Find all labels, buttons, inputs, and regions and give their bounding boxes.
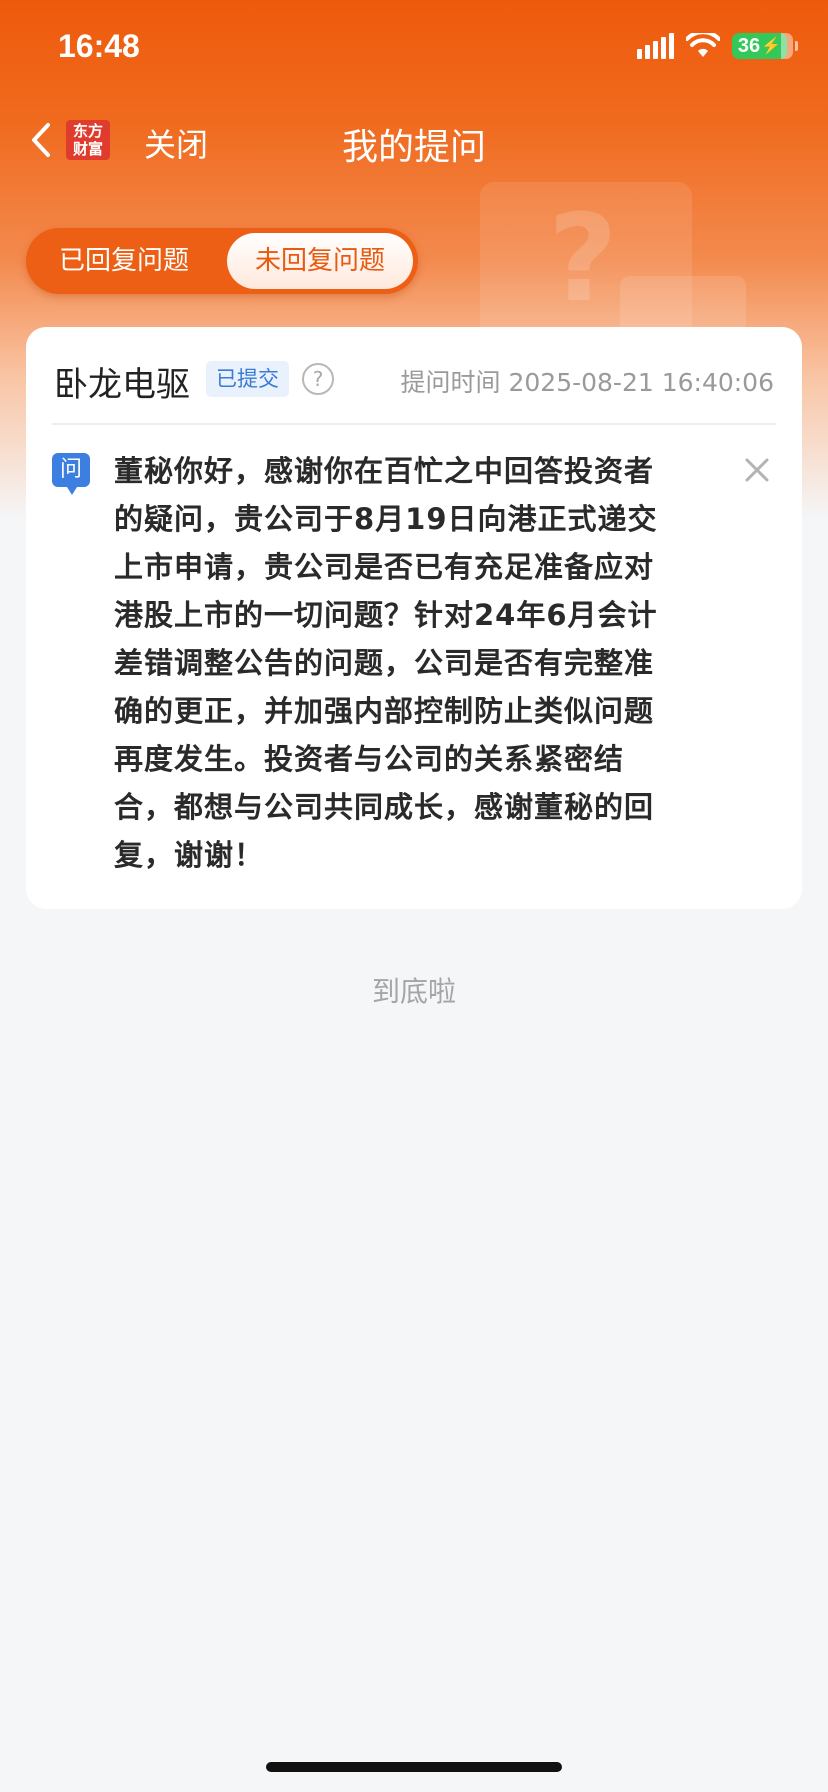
question-badge-icon: 问 [52, 453, 90, 495]
page-title: 我的提问 [341, 127, 486, 168]
company-name: 卧龙电驱 [54, 365, 190, 405]
question-tabs: 已回复问题 未回复问题 [26, 228, 418, 294]
tab-unreplied[interactable]: 未回复问题 [227, 233, 413, 289]
divider [52, 423, 776, 425]
home-indicator [266, 1762, 562, 1772]
question-card: 卧龙电驱 已提交 ? 提问时间 2025-08-21 16:40:06 问 董秘… [26, 327, 802, 909]
end-of-list-text: 到底啦 [371, 975, 456, 1008]
question-circle-icon[interactable]: ? [302, 363, 334, 395]
signal-icon [636, 33, 674, 59]
wifi-icon [685, 33, 720, 57]
status-icons: 36 ⚡ [636, 32, 798, 60]
page: ? 16:48 36 ⚡ 东方 财富 关闭 我的提问 已回复问题 未回复问题 卧龙… [0, 0, 828, 1792]
close-icon[interactable] [742, 455, 772, 485]
tab-replied[interactable]: 已回复问题 [34, 233, 214, 289]
battery-icon: 36 ⚡ [731, 32, 798, 60]
ask-time: 提问时间 2025-08-21 16:40:06 [400, 368, 774, 397]
decorative-question-icon: ? [548, 190, 618, 329]
status-badge: 已提交 [206, 361, 289, 397]
battery-level: 36 [737, 34, 761, 57]
question-text: 董秘你好，感谢你在百忙之中回答投资者的疑问，贵公司于8月19日向港正式递交上市申… [114, 454, 658, 872]
status-time: 16:48 [58, 28, 140, 64]
